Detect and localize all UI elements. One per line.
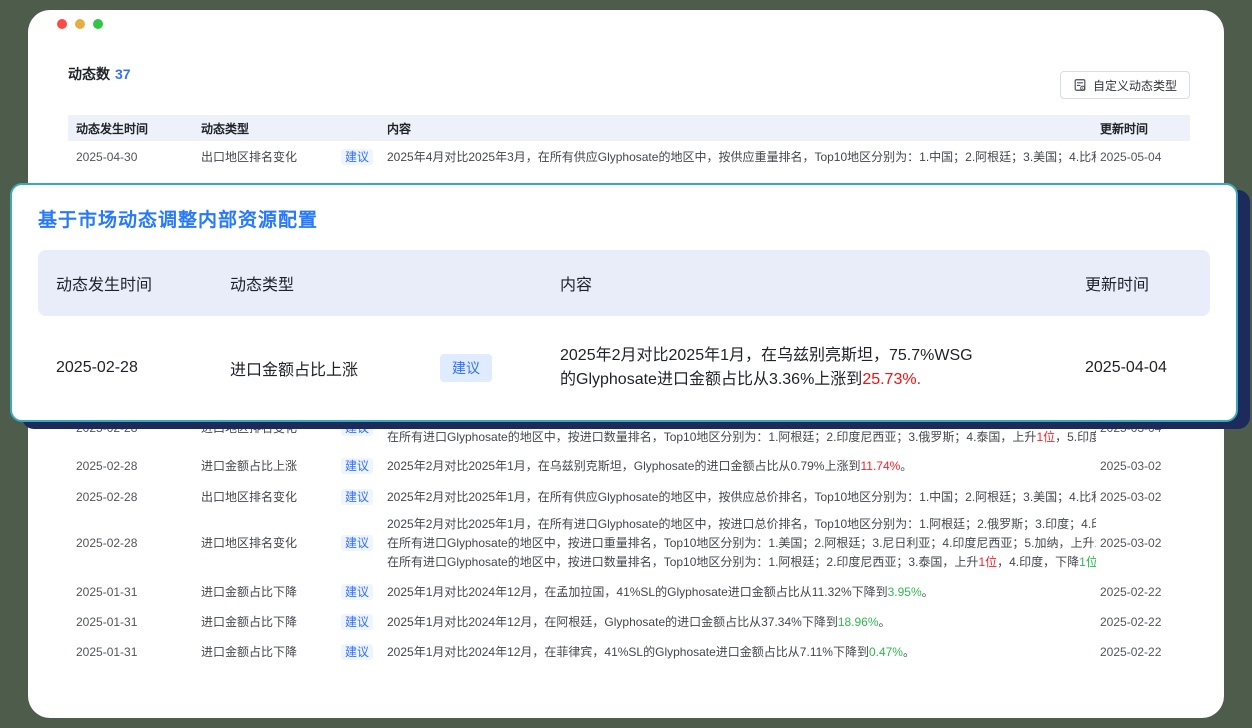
dynamics-count-label: 动态数 xyxy=(68,66,110,82)
table-row: 2025-02-28 进口地区排名变化 建议 2025年2月对比2025年1月，… xyxy=(68,515,1190,572)
row-type: 进口地区排名变化 xyxy=(193,535,333,552)
row-updated: 2025-03-02 xyxy=(1096,458,1190,475)
row-type: 进口金额占比下降 xyxy=(193,644,333,661)
row-type: 出口地区排名变化 xyxy=(193,489,333,506)
suggestion-badge[interactable]: 建议 xyxy=(341,420,373,436)
suggestion-card-table-header: 动态发生时间 动态类型 内容 更新时间 xyxy=(38,250,1210,316)
desktop-background: { "colors": { "page_background": "#4e5c4… xyxy=(0,0,1252,728)
dynamics-count: 动态数 37 xyxy=(68,64,131,84)
table-row: 2025-01-31 进口金额占比下降 建议 2025年1月对比2024年12月… xyxy=(68,644,1190,661)
row-type: 进口地区排名变化 xyxy=(193,420,333,437)
row-updated: 2025-05-04 xyxy=(1096,149,1190,166)
suggestion-card-row: 2025-02-28 进口金额占比上涨 建议 2025年2月对比2025年1月，… xyxy=(38,332,1210,404)
suggestion-detail-card: 基于市场动态调整内部资源配置 动态发生时间 动态类型 内容 更新时间 2025-… xyxy=(10,183,1238,422)
row-date: 2025-04-30 xyxy=(68,149,193,166)
zoom-button[interactable] xyxy=(93,19,103,29)
row-date: 2025-02-28 xyxy=(68,489,193,506)
suggestion-badge[interactable]: 建议 xyxy=(341,584,373,600)
row-type: 进口金额占比下降 xyxy=(193,584,333,601)
dynamics-count-value: 37 xyxy=(115,66,131,82)
row-content: 在所有进口Glyphosate的地区中，按进口数量排名，Top10地区分别为：1… xyxy=(383,429,1096,446)
suggestion-badge[interactable]: 建议 xyxy=(440,354,492,382)
row-content: 2025年4月对比2025年3月，在所有供应Glyphosate的地区中，按供应… xyxy=(383,149,1096,166)
header-update-time: 更新时间 xyxy=(1068,271,1210,295)
row-updated: 2025-04-04 xyxy=(1068,359,1210,377)
row-date: 2025-02-28 xyxy=(68,535,193,552)
minimize-button[interactable] xyxy=(75,19,85,29)
customize-dynamic-type-button[interactable]: 自定义动态类型 xyxy=(1060,71,1190,99)
row-content: 2025年2月对比2025年1月，在乌兹别克斯坦，Glyphosate的进口金额… xyxy=(383,458,1096,475)
suggestion-badge[interactable]: 建议 xyxy=(341,614,373,630)
suggestion-badge[interactable]: 建议 xyxy=(341,149,373,165)
suggestion-badge[interactable]: 建议 xyxy=(341,489,373,505)
table-row: 2025-02-28 进口金额占比上涨 建议 2025年2月对比2025年1月，… xyxy=(68,458,1190,475)
row-content: 2025年2月对比2025年1月，在乌兹别亮斯坦，75.7%WSG 的Glyph… xyxy=(548,344,1068,392)
close-button[interactable] xyxy=(57,19,67,29)
row-content: 2025年2月对比2025年1月，在所有供应Glyphosate的地区中，按供应… xyxy=(383,489,1096,506)
row-content: 2025年1月对比2024年12月，在阿根廷，Glyphosate的进口金额占比… xyxy=(383,614,1096,631)
header-dynamic-type: 动态类型 xyxy=(223,271,433,295)
row-updated: 2025-03-02 xyxy=(1096,535,1190,552)
row-content: 2025年1月对比2024年12月，在菲律宾，41%SL的Glyphosate进… xyxy=(383,644,1096,661)
row-content: 2025年2月对比2025年1月，在所有进口Glyphosate的地区中，按进口… xyxy=(383,515,1096,572)
row-updated: 2025-02-22 xyxy=(1096,644,1190,661)
row-type: 进口金额占比上涨 xyxy=(223,356,433,380)
table-row: 2025-04-30 出口地区排名变化 建议 2025年4月对比2025年3月，… xyxy=(68,149,1190,166)
suggestion-card-title: 基于市场动态调整内部资源配置 xyxy=(38,205,1236,232)
row-updated: 2025-03-02 xyxy=(1096,489,1190,506)
table-row: 2025-01-31 进口金额占比下降 建议 2025年1月对比2024年12月… xyxy=(68,614,1190,631)
row-type: 进口金额占比上涨 xyxy=(193,458,333,475)
row-date: 2025-01-31 xyxy=(68,644,193,661)
suggestion-badge[interactable]: 建议 xyxy=(341,458,373,474)
row-type: 进口金额占比下降 xyxy=(193,614,333,631)
suggestion-badge[interactable]: 建议 xyxy=(341,644,373,660)
row-date: 2025-01-31 xyxy=(68,584,193,601)
header-update-time: 更新时间 xyxy=(1096,120,1190,137)
table-row: 2025-02-28 出口地区排名变化 建议 2025年2月对比2025年1月，… xyxy=(68,489,1190,506)
row-date: 2025-01-31 xyxy=(68,614,193,631)
window-controls xyxy=(57,19,103,29)
header-content: 内容 xyxy=(548,271,1068,295)
row-date: 2025-02-28 xyxy=(68,458,193,475)
row-type: 出口地区排名变化 xyxy=(193,149,333,166)
row-date: 2025-02-28 xyxy=(68,420,193,437)
customize-dynamic-type-label: 自定义动态类型 xyxy=(1093,77,1177,94)
row-date: 2025-02-28 xyxy=(38,359,223,377)
header-content: 内容 xyxy=(383,120,1096,137)
header-occurrence-time: 动态发生时间 xyxy=(38,271,223,295)
row-content: 2025年1月对比2024年12月，在孟加拉国，41%SL的Glyphosate… xyxy=(383,584,1096,601)
row-updated: 2025-02-22 xyxy=(1096,614,1190,631)
table-header: 动态发生时间 动态类型 内容 更新时间 xyxy=(68,115,1190,141)
header-dynamic-type: 动态类型 xyxy=(193,120,333,137)
header-occurrence-time: 动态发生时间 xyxy=(68,120,193,137)
table-row: 2025-02-28 进口地区排名变化 建议 在所有进口Glyphosate的地… xyxy=(68,420,1190,446)
row-updated: 2025-02-22 xyxy=(1096,584,1190,601)
suggestion-badge[interactable]: 建议 xyxy=(341,535,373,551)
table-row: 2025-01-31 进口金额占比下降 建议 2025年1月对比2024年12月… xyxy=(68,584,1190,601)
document-gear-icon xyxy=(1073,78,1087,92)
row-updated: 2025-03-04 xyxy=(1096,420,1190,437)
